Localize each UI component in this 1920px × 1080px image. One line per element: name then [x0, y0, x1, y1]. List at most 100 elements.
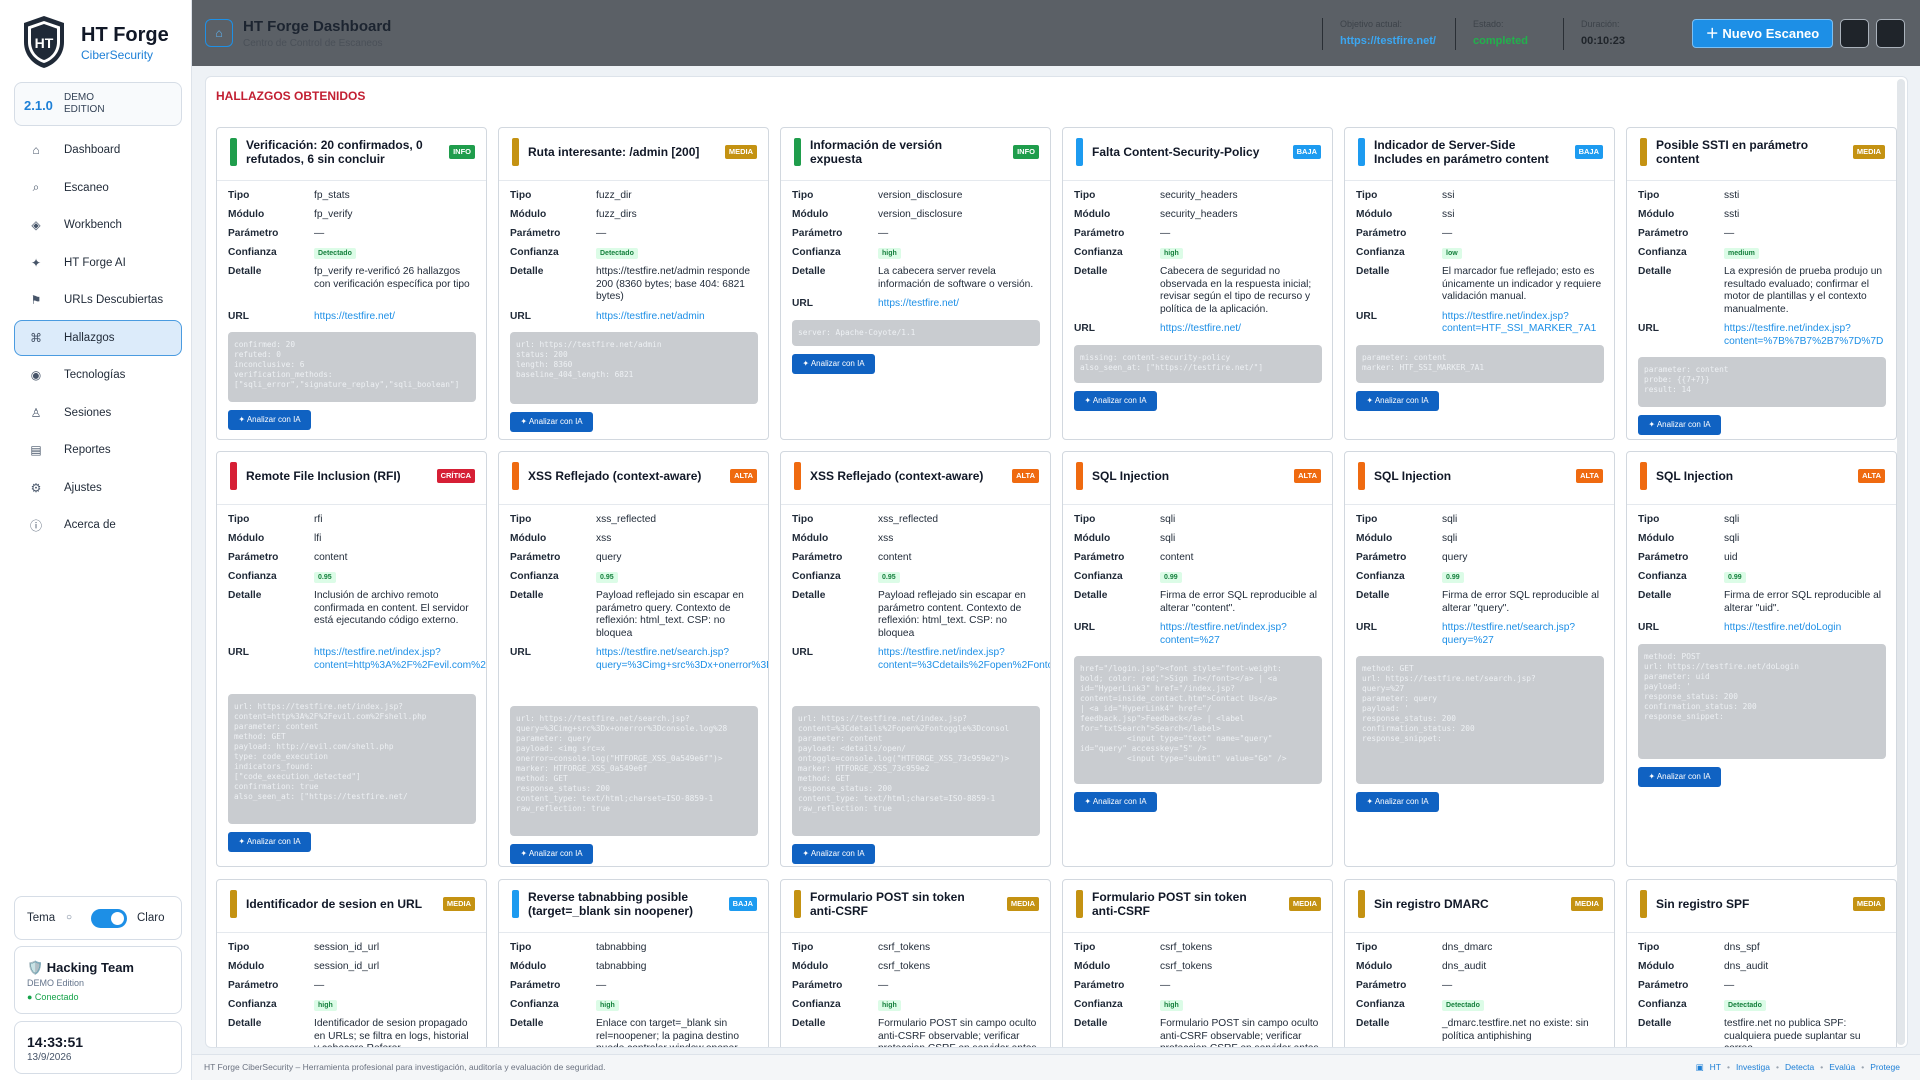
- analyze-ai-button[interactable]: ✦ Analizar con IA: [792, 353, 875, 374]
- header-divider: [1455, 18, 1456, 50]
- target-value[interactable]: https://testfire.net/: [1340, 35, 1436, 47]
- analyze-ai-button[interactable]: ✦ Analizar con IA: [1074, 390, 1157, 411]
- footer-link[interactable]: Evalúa: [1829, 1062, 1855, 1073]
- analyze-ai-button[interactable]: ✦ Analizar con IA: [1356, 792, 1439, 812]
- home-button[interactable]: ⌂: [205, 19, 233, 47]
- severity-badge: ALTA: [730, 469, 757, 483]
- field-label: URL: [1074, 323, 1095, 334]
- sidebar-item-label: Dashboard: [64, 144, 121, 156]
- field-label: Confianza: [1074, 571, 1123, 582]
- field-value-tipo: csrf_tokens: [1160, 942, 1213, 953]
- field-value-tipo: fuzz_dir: [596, 190, 632, 201]
- footer-link[interactable]: Protege: [1870, 1062, 1900, 1073]
- finding-url-link[interactable]: https://testfire.net/index.jsp?content=%…: [1160, 622, 1322, 647]
- severity-badge: ALTA: [1576, 469, 1603, 483]
- footer-link[interactable]: HT: [1710, 1062, 1721, 1073]
- user-icon: ♙: [30, 405, 42, 420]
- field-value-modulo: version_disclosure: [878, 209, 963, 220]
- evidence-block: parameter: content probe: {{7+7}} result…: [1638, 357, 1886, 407]
- finding-url-link[interactable]: https://testfire.net/: [1160, 323, 1322, 336]
- sidebar-item-urls-descubiertas[interactable]: ⚑ URLs Descubiertas: [14, 282, 182, 318]
- analyze-ai-button[interactable]: ✦ Analizar con IA: [792, 844, 875, 864]
- finding-title: Remote File Inclusion (RFI): [246, 469, 401, 483]
- sidebar-item-hallazgos[interactable]: ⌘ Hallazgos: [14, 319, 182, 356]
- evidence-block: method: GET url: https://testfire.net/se…: [1356, 656, 1604, 784]
- field-value-tipo: csrf_tokens: [878, 942, 931, 953]
- sidebar-item-label: Sesiones: [64, 406, 112, 419]
- theme-toggle[interactable]: [91, 909, 127, 928]
- field-label: Tipo: [792, 190, 814, 201]
- field-value-tipo: session_id_url: [314, 942, 380, 953]
- field-label: Detalle: [1356, 266, 1390, 277]
- sidebar-item-workbench[interactable]: ◈ Workbench: [14, 207, 182, 243]
- field-value-detalle: https://testfire.net/admin responde 200 …: [596, 266, 751, 302]
- finding-url-link[interactable]: https://testfire.net/: [878, 298, 1040, 311]
- field-value-tipo: sqli: [1160, 514, 1176, 525]
- analyze-ai-button[interactable]: ✦ Analizar con IA: [228, 410, 311, 430]
- target-label: Objetivo actual:: [1340, 19, 1403, 29]
- field-label: Tipo: [1638, 942, 1660, 953]
- sidebar-item-acerca-de[interactable]: ⓘ Acerca de: [14, 507, 182, 543]
- sidebar-item-ajustes[interactable]: ⚙ Ajustes: [14, 470, 182, 506]
- team-edition: DEMO Edition: [27, 978, 85, 988]
- analyze-ai-button[interactable]: ✦ Analizar con IA: [1638, 415, 1721, 435]
- field-label: Módulo: [510, 961, 547, 972]
- app-root: HT HT Forge CiberSecurity 2.1.0 DEMO EDIT…: [0, 0, 1920, 1080]
- sidebar-item-sesiones[interactable]: ♙ Sesiones: [14, 395, 182, 431]
- sidebar-item-tecnolog-as[interactable]: ◉ Tecnologías: [14, 357, 182, 393]
- footer-link[interactable]: ▣: [1696, 1062, 1704, 1073]
- user-menu-button[interactable]: [1876, 19, 1905, 48]
- new-scan-button[interactable]: ＋ Nuevo Escaneo: [1692, 19, 1833, 48]
- severity-stripe: [230, 138, 237, 166]
- footer-link[interactable]: Investiga: [1736, 1062, 1770, 1073]
- finding-url-link[interactable]: https://testfire.net/search.jsp?query=%2…: [1442, 622, 1604, 647]
- severity-stripe: [794, 138, 801, 166]
- analyze-ai-button[interactable]: ✦ Analizar con IA: [1638, 766, 1721, 787]
- sidebar-item-reportes[interactable]: ▤ Reportes: [14, 432, 182, 468]
- field-value-confianza: high: [1160, 999, 1322, 1012]
- field-label: Confianza: [510, 571, 559, 582]
- footer-separator: •: [1820, 1062, 1824, 1072]
- severity-badge: BAJA: [728, 897, 757, 911]
- field-label: Parámetro: [510, 228, 561, 239]
- field-value-modulo: ssti: [1724, 209, 1740, 220]
- sidebar-item-dashboard[interactable]: ⌂ Dashboard: [14, 132, 182, 168]
- evidence-block: method: POST url: https://testfire.net/d…: [1638, 643, 1886, 759]
- severity-stripe: [1640, 138, 1647, 166]
- sidebar-item-label: Ajustes: [64, 481, 102, 494]
- finding-url-link[interactable]: https://testfire.net/index.jsp?content=h…: [314, 647, 486, 672]
- finding-url-link[interactable]: https://testfire.net/: [314, 311, 476, 324]
- field-label: Parámetro: [792, 552, 843, 563]
- finding-url-link[interactable]: https://testfire.net/index.jsp?content=H…: [1442, 311, 1604, 336]
- card-divider: [1345, 932, 1614, 933]
- analyze-ai-button[interactable]: ✦ Analizar con IA: [510, 844, 593, 864]
- team-name: 🛡️ Hacking Team: [27, 960, 134, 975]
- evidence-block: url: https://testfire.net/index.jsp? con…: [228, 693, 476, 824]
- finding-url-link[interactable]: https://testfire.net/search.jsp?query=%3…: [596, 647, 768, 672]
- analyze-ai-button[interactable]: ✦ Analizar con IA: [1074, 792, 1157, 812]
- field-value-parametro: —: [1160, 980, 1171, 991]
- sidebar-item-escaneo[interactable]: ⌕ Escaneo: [14, 170, 182, 206]
- finding-card: Identificador de sesion en URL MEDIA Tipo s…: [216, 879, 487, 1047]
- field-value-tipo: dns_spf: [1724, 942, 1760, 953]
- field-label: Detalle: [510, 590, 544, 601]
- analyze-ai-button[interactable]: ✦ Analizar con IA: [228, 831, 311, 852]
- sparkle-icon: ✦: [30, 255, 42, 270]
- finding-url-link[interactable]: https://testfire.net/admin: [596, 311, 758, 324]
- card-divider: [499, 180, 768, 181]
- vertical-scrollbar[interactable]: [1897, 79, 1905, 1045]
- analyze-ai-button[interactable]: ✦ Analizar con IA: [1356, 390, 1439, 411]
- report-icon: ▤: [30, 443, 42, 457]
- field-label: Módulo: [1356, 209, 1393, 220]
- finding-url-link[interactable]: https://testfire.net/index.jsp?content=%…: [878, 647, 1050, 672]
- finding-url-link[interactable]: https://testfire.net/doLogin: [1724, 622, 1886, 635]
- finding-url-link[interactable]: https://testfire.net/index.jsp?content=%…: [1724, 323, 1886, 348]
- footer-text: HT Forge CiberSecurity – Herramienta pro…: [204, 1062, 606, 1072]
- analyze-ai-button[interactable]: ✦ Analizar con IA: [510, 412, 593, 432]
- notifications-button[interactable]: [1840, 19, 1869, 48]
- sidebar-item-ht-forge-ai[interactable]: ✦ HT Forge AI: [14, 245, 182, 281]
- footer-link[interactable]: Detecta: [1785, 1062, 1814, 1073]
- field-value-tipo: sqli: [1442, 514, 1458, 525]
- field-label: Parámetro: [1356, 980, 1407, 991]
- confidence-chip: Detectado: [1442, 1000, 1484, 1011]
